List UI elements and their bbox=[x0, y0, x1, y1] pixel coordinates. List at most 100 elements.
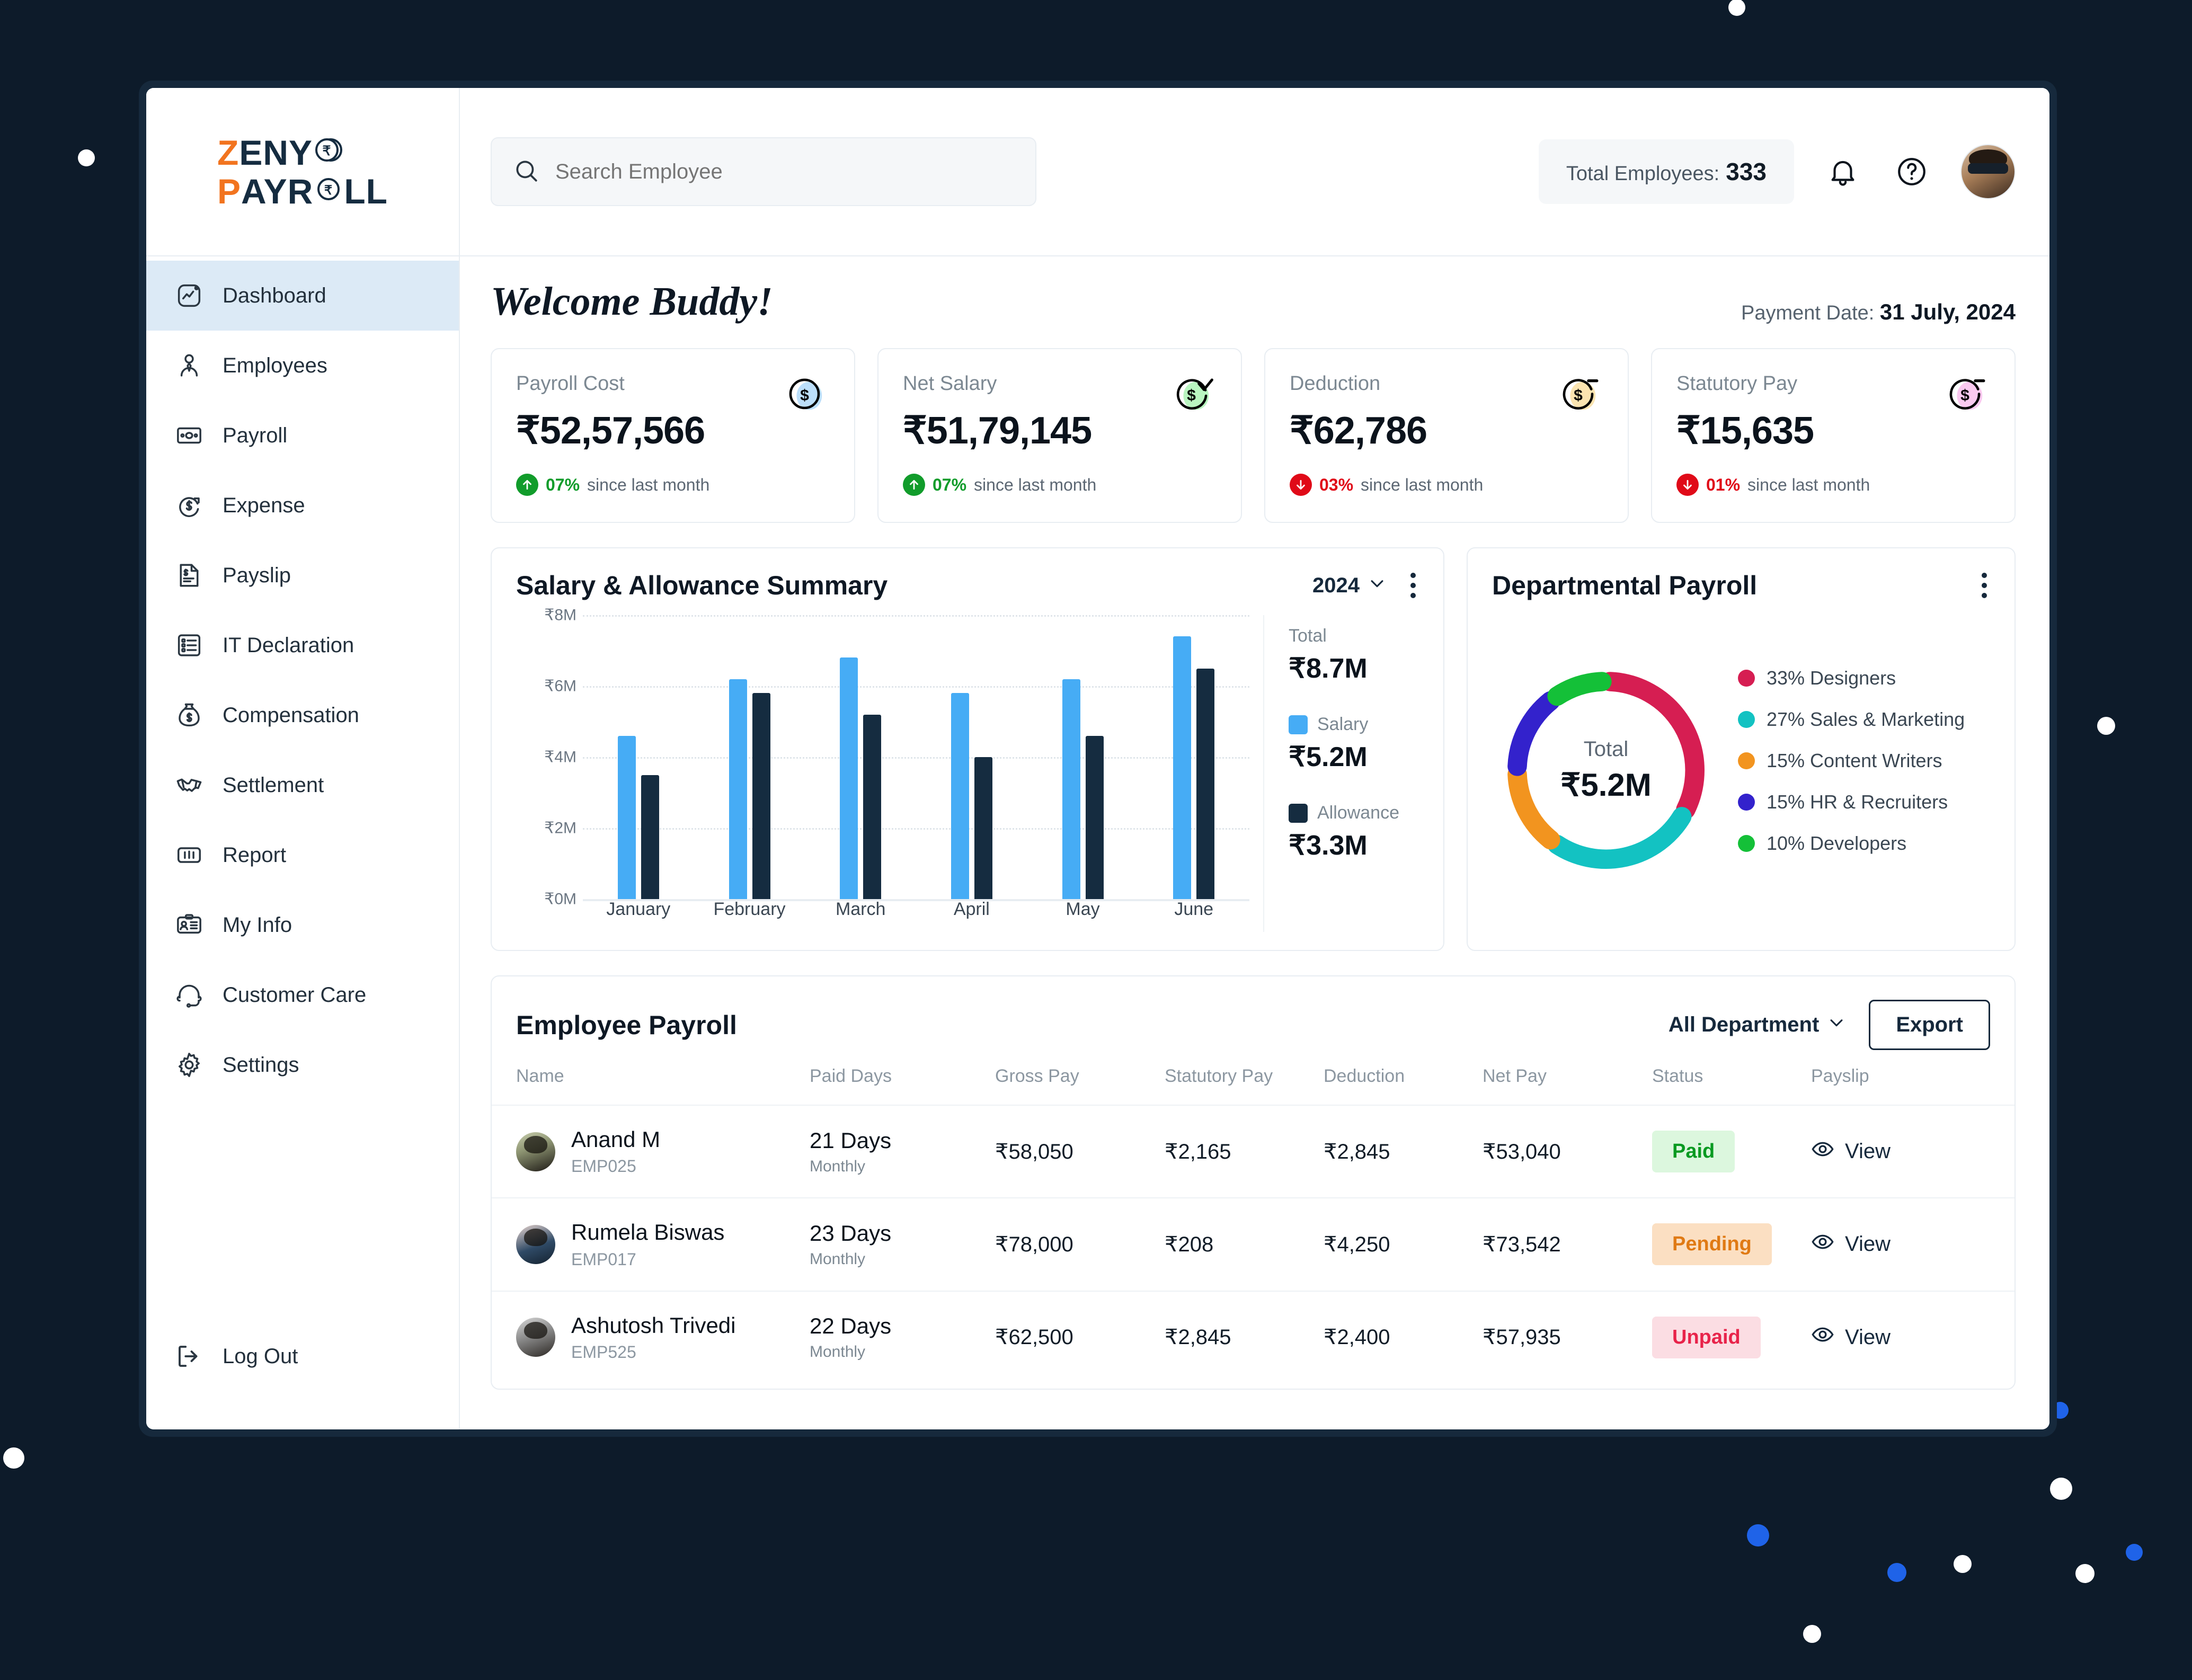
y-axis-labels: ₹0M ₹2M ₹4M ₹6M ₹8M bbox=[513, 607, 576, 908]
decor-dot bbox=[2050, 1478, 2072, 1500]
decor-dot bbox=[78, 149, 95, 166]
notification-bell-icon[interactable] bbox=[1823, 152, 1863, 192]
user-avatar[interactable] bbox=[1960, 144, 2016, 199]
employee-id: EMP525 bbox=[571, 1342, 636, 1362]
rupee-coin-icon: ₹ bbox=[313, 134, 346, 173]
bar-salary bbox=[1173, 636, 1192, 899]
bar-chart-plot: ₹0M ₹2M ₹4M ₹6M ₹8M January February March Apri… bbox=[513, 607, 1249, 932]
donut-center-value: ₹5.2M bbox=[1560, 767, 1652, 803]
sidebar-item-settings[interactable]: Settings bbox=[146, 1030, 459, 1100]
page-title: Welcome Buddy! bbox=[491, 279, 773, 324]
legend-label: 10% Developers bbox=[1767, 832, 1907, 854]
payment-date-label: Payment Date: bbox=[1741, 302, 1875, 324]
table-row[interactable]: Anand M EMP025 21 Days Monthly ₹58,050 ₹… bbox=[492, 1104, 2014, 1198]
bar-salary bbox=[617, 735, 636, 899]
export-button[interactable]: Export bbox=[1869, 1000, 1990, 1050]
kpi-delta-value: 01% bbox=[1706, 475, 1741, 494]
employee-name: Anand M bbox=[571, 1127, 661, 1152]
sidebar-item-label: Report bbox=[223, 843, 287, 867]
bar-salary bbox=[1062, 679, 1080, 899]
legend-salary: Salary bbox=[1289, 714, 1422, 735]
total-employees-value: 333 bbox=[1726, 158, 1767, 185]
total-employees-pill: Total Employees: 333 bbox=[1538, 139, 1794, 204]
kpi-card-statutory-pay: Statutory Pay ₹15,635 01% since last mon… bbox=[1651, 348, 2016, 523]
sidebar-item-settlement[interactable]: Settlement bbox=[146, 750, 459, 820]
decor-dot bbox=[1728, 0, 1745, 16]
decor-dot bbox=[3, 1447, 24, 1469]
sidebar-item-employees[interactable]: Employees bbox=[146, 331, 459, 401]
kpi-delta-value: 03% bbox=[1319, 475, 1354, 494]
donut-legend-item: 15% HR & Recruiters bbox=[1738, 791, 1990, 813]
search-input[interactable] bbox=[555, 159, 1014, 184]
sidebar-item-label: Dashboard bbox=[223, 283, 326, 307]
bar-salary bbox=[729, 679, 747, 899]
y-tick-label: ₹6M bbox=[544, 677, 576, 695]
y-tick-label: ₹2M bbox=[544, 819, 576, 837]
sidebar-item-log-out[interactable]: Log Out bbox=[146, 1321, 459, 1391]
banknote-icon bbox=[175, 421, 203, 450]
bar-allowance bbox=[1085, 735, 1104, 899]
x-tick-label: January bbox=[606, 899, 671, 919]
salary-card-menu-icon[interactable] bbox=[1407, 570, 1419, 601]
year-dropdown[interactable]: 2024 bbox=[1312, 574, 1386, 598]
cell-net-pay: ₹53,040 bbox=[1483, 1104, 1652, 1198]
legend-color-dot bbox=[1738, 794, 1755, 811]
legend-color-dot bbox=[1738, 752, 1755, 769]
id-card-icon bbox=[175, 911, 203, 939]
table-column-header: Deduction bbox=[1324, 1066, 1405, 1086]
allowance-swatch bbox=[1289, 803, 1308, 823]
svg-text:₹: ₹ bbox=[323, 144, 332, 158]
kpi-delta: 03% since last month bbox=[1290, 474, 1603, 496]
cell-statutory-pay: ₹2,165 bbox=[1165, 1104, 1324, 1198]
bar-allowance bbox=[974, 757, 992, 899]
view-payslip-button[interactable]: View bbox=[1811, 1230, 1990, 1259]
cell-deduction: ₹4,250 bbox=[1324, 1197, 1483, 1291]
table-column-header: Paid Days bbox=[810, 1066, 892, 1086]
cell-name: Rumela Biswas EMP017 bbox=[492, 1197, 810, 1291]
payment-date-value: 31 July, 2024 bbox=[1879, 299, 2016, 324]
sidebar-item-expense[interactable]: Expense bbox=[146, 470, 459, 540]
sidebar-item-payslip[interactable]: Payslip bbox=[146, 540, 459, 610]
table-column-header: Gross Pay bbox=[995, 1066, 1079, 1086]
decor-dot bbox=[2126, 1544, 2143, 1561]
cell-payslip: View bbox=[1811, 1197, 2014, 1291]
view-payslip-button[interactable]: View bbox=[1811, 1137, 1990, 1166]
departmental-card-menu-icon[interactable] bbox=[1978, 570, 1990, 601]
table-title: Employee Payroll bbox=[516, 1010, 737, 1040]
help-circle-icon[interactable] bbox=[1892, 152, 1932, 192]
kpi-card-payroll-cost: Payroll Cost ₹52,57,566 07% since last m… bbox=[491, 348, 855, 523]
department-filter-dropdown[interactable]: All Department bbox=[1669, 1013, 1846, 1037]
search-box[interactable] bbox=[491, 137, 1036, 206]
sidebar-item-report[interactable]: Report bbox=[146, 820, 459, 890]
salary-label: Salary bbox=[1317, 714, 1369, 734]
departmental-payroll-card: Departmental Payroll Total ₹5.2M 33% Des… bbox=[1467, 547, 2016, 951]
cell-paid-days: 22 Days Monthly bbox=[810, 1290, 995, 1383]
brand-logo[interactable]: ZENY ₹ P AYR ₹ LL bbox=[146, 88, 459, 256]
salary-card-title: Salary & Allowance Summary bbox=[516, 571, 888, 600]
sidebar-item-label: My Info bbox=[223, 913, 292, 937]
view-payslip-button[interactable]: View bbox=[1811, 1323, 1990, 1352]
pay-period: Monthly bbox=[810, 1343, 866, 1361]
table-column-header: Payslip bbox=[1811, 1066, 1869, 1086]
sidebar-item-payroll[interactable]: Payroll bbox=[146, 401, 459, 470]
table-row[interactable]: Ashutosh Trivedi EMP525 22 Days Monthly … bbox=[492, 1290, 2014, 1383]
legend-label: 27% Sales & Marketing bbox=[1767, 708, 1965, 730]
kpi-delta: 07% since last month bbox=[516, 474, 830, 496]
sidebar-item-dashboard[interactable]: Dashboard bbox=[146, 261, 459, 331]
rupee-coin-icon-2: ₹ bbox=[314, 173, 343, 210]
status-badge: Pending bbox=[1652, 1223, 1772, 1266]
kpi-delta-suffix: since last month bbox=[1747, 475, 1870, 494]
kpi-card-deduction: Deduction ₹62,786 03% since last month $ bbox=[1264, 348, 1629, 523]
app-screen: ZENY ₹ P AYR ₹ LL Dashboard Employees Pa… bbox=[146, 88, 2049, 1429]
cell-status: Paid bbox=[1652, 1104, 1811, 1198]
sidebar-item-customer-care[interactable]: Customer Care bbox=[146, 960, 459, 1030]
kpi-cards: Payroll Cost ₹52,57,566 07% since last m… bbox=[491, 348, 2016, 523]
table-row[interactable]: Rumela Biswas EMP017 23 Days Monthly ₹78… bbox=[492, 1197, 2014, 1291]
sidebar-item-compensation[interactable]: Compensation bbox=[146, 680, 459, 750]
sidebar-item-it-declaration[interactable]: IT Declaration bbox=[146, 610, 459, 680]
sidebar-item-label: Compensation bbox=[223, 703, 359, 727]
status-badge: Unpaid bbox=[1652, 1316, 1761, 1358]
logout-icon bbox=[175, 1342, 203, 1371]
sidebar-item-my-info[interactable]: My Info bbox=[146, 890, 459, 960]
legend-label: 15% HR & Recruiters bbox=[1767, 791, 1948, 813]
